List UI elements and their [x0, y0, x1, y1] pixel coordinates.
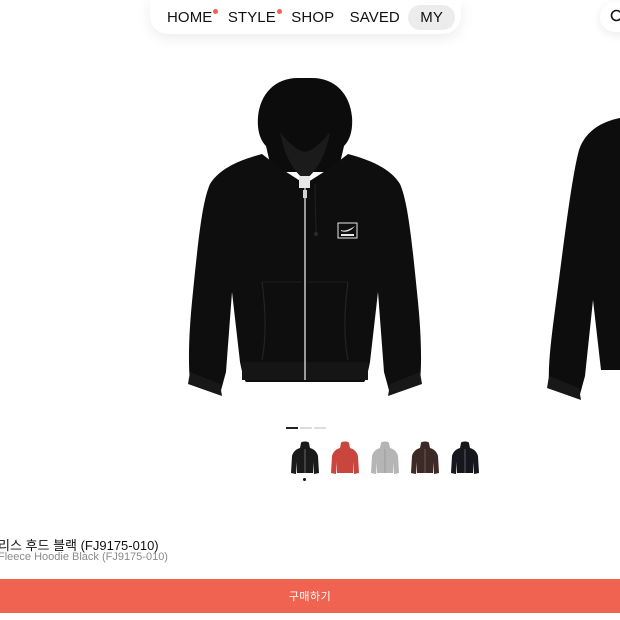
- nav-item-saved[interactable]: SAVED: [343, 5, 407, 30]
- color-swatches: [291, 440, 479, 481]
- nav-item-my[interactable]: MY: [408, 4, 455, 30]
- pager-segment-active: [286, 427, 298, 429]
- nav-item-shop[interactable]: SHOP: [284, 5, 341, 30]
- hoodie-thumbnail-icon: [411, 441, 439, 474]
- notification-dot: [213, 8, 219, 14]
- product-page: HOME STYLE SHOP SAVED MY 리스 후드 블랙 (FJ917…: [0, 0, 620, 620]
- hoodie-thumbnail-icon: [291, 441, 319, 474]
- nav-item-label: MY: [420, 8, 443, 26]
- search-button[interactable]: [600, 2, 620, 32]
- swatch-black[interactable]: [291, 440, 319, 481]
- search-icon: [610, 9, 620, 22]
- hoodie-thumbnail-icon: [331, 441, 359, 474]
- buy-button[interactable]: 구매하기: [0, 579, 620, 613]
- product-next-image[interactable]: [545, 110, 620, 410]
- product-main-image[interactable]: [180, 72, 430, 407]
- nav-item-home[interactable]: HOME: [160, 5, 219, 30]
- selected-dot: [303, 478, 306, 481]
- swatch-red[interactable]: [331, 440, 359, 476]
- carousel-pager: [286, 427, 326, 429]
- nav-item-label: SAVED: [349, 8, 400, 26]
- product-title-en: Fleece Hoodie Black (FJ9175-010): [0, 551, 168, 563]
- nav-item-style[interactable]: STYLE: [221, 5, 283, 30]
- buy-button-label: 구매하기: [288, 591, 332, 603]
- hoodie-thumbnail-icon: [451, 441, 479, 474]
- nav-item-label: STYLE: [227, 8, 276, 26]
- swatch-grey[interactable]: [371, 440, 399, 476]
- pager-segment: [300, 427, 312, 429]
- notification-dot: [276, 8, 282, 14]
- nav-item-label: HOME: [167, 8, 213, 26]
- top-nav: HOME STYLE SHOP SAVED MY: [150, 0, 461, 34]
- pager-segment: [314, 427, 326, 429]
- nav-item-label: SHOP: [291, 8, 335, 26]
- bottom-strip: [0, 613, 620, 620]
- swatch-brown[interactable]: [411, 440, 439, 476]
- hoodie-thumbnail-icon: [371, 441, 399, 474]
- swatch-black-alt[interactable]: [451, 440, 479, 476]
